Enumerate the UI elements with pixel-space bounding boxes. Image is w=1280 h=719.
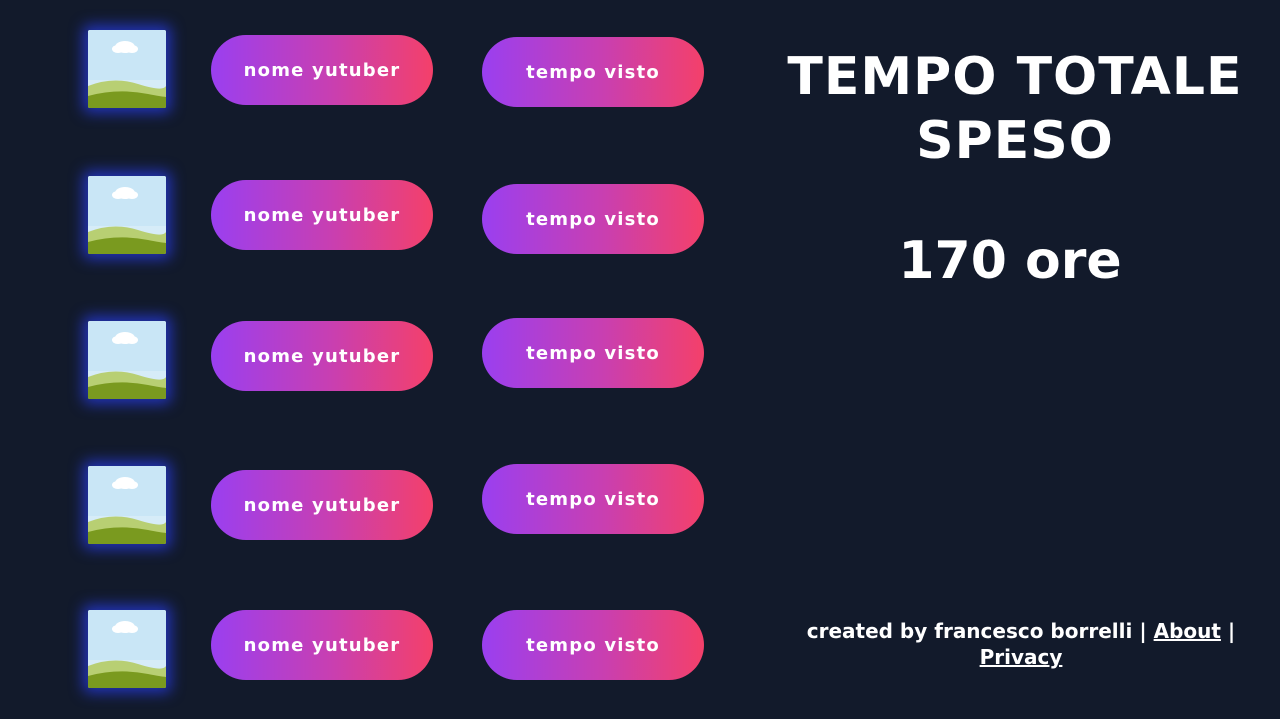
footer: created by francesco borrelli | About | … [780, 618, 1262, 670]
image-placeholder-icon [88, 321, 166, 399]
list-item: nome yutuber tempo visto [0, 464, 720, 545]
about-link[interactable]: About [1154, 619, 1221, 643]
youtuber-name-button[interactable]: nome yutuber [211, 321, 433, 391]
watch-time-button[interactable]: tempo visto [482, 610, 704, 680]
title-line-1: TEMPO TOTALE [787, 47, 1243, 107]
list-item: nome yutuber tempo visto [0, 318, 720, 400]
list-item: nome yutuber tempo visto [0, 609, 720, 689]
image-placeholder-icon [88, 176, 166, 254]
total-time-value: 170 ore [898, 231, 1122, 291]
youtuber-name-button[interactable]: nome yutuber [211, 470, 433, 540]
list-item: nome yutuber tempo visto [0, 175, 720, 255]
youtuber-name-button[interactable]: nome yutuber [211, 610, 433, 680]
privacy-link[interactable]: Privacy [980, 645, 1063, 669]
title-line-2: SPESO [916, 111, 1114, 171]
image-placeholder-icon [88, 466, 166, 544]
footer-separator: | [1139, 619, 1147, 643]
app-root: nome yutuber tempo visto nome yutuber te… [0, 0, 1280, 719]
youtuber-name-button[interactable]: nome yutuber [211, 35, 433, 105]
watch-time-button[interactable]: tempo visto [482, 184, 704, 254]
footer-separator: | [1227, 619, 1236, 643]
total-time-title: TEMPO TOTALE SPESO [760, 45, 1270, 173]
watch-time-button[interactable]: tempo visto [482, 464, 704, 534]
image-placeholder-icon [88, 610, 166, 688]
footer-credit: created by francesco borrelli [806, 619, 1133, 643]
list-item: nome yutuber tempo visto [0, 30, 720, 110]
image-placeholder-icon [88, 30, 166, 108]
watch-time-button[interactable]: tempo visto [482, 37, 704, 107]
youtuber-name-button[interactable]: nome yutuber [211, 180, 433, 250]
watch-time-button[interactable]: tempo visto [482, 318, 704, 388]
